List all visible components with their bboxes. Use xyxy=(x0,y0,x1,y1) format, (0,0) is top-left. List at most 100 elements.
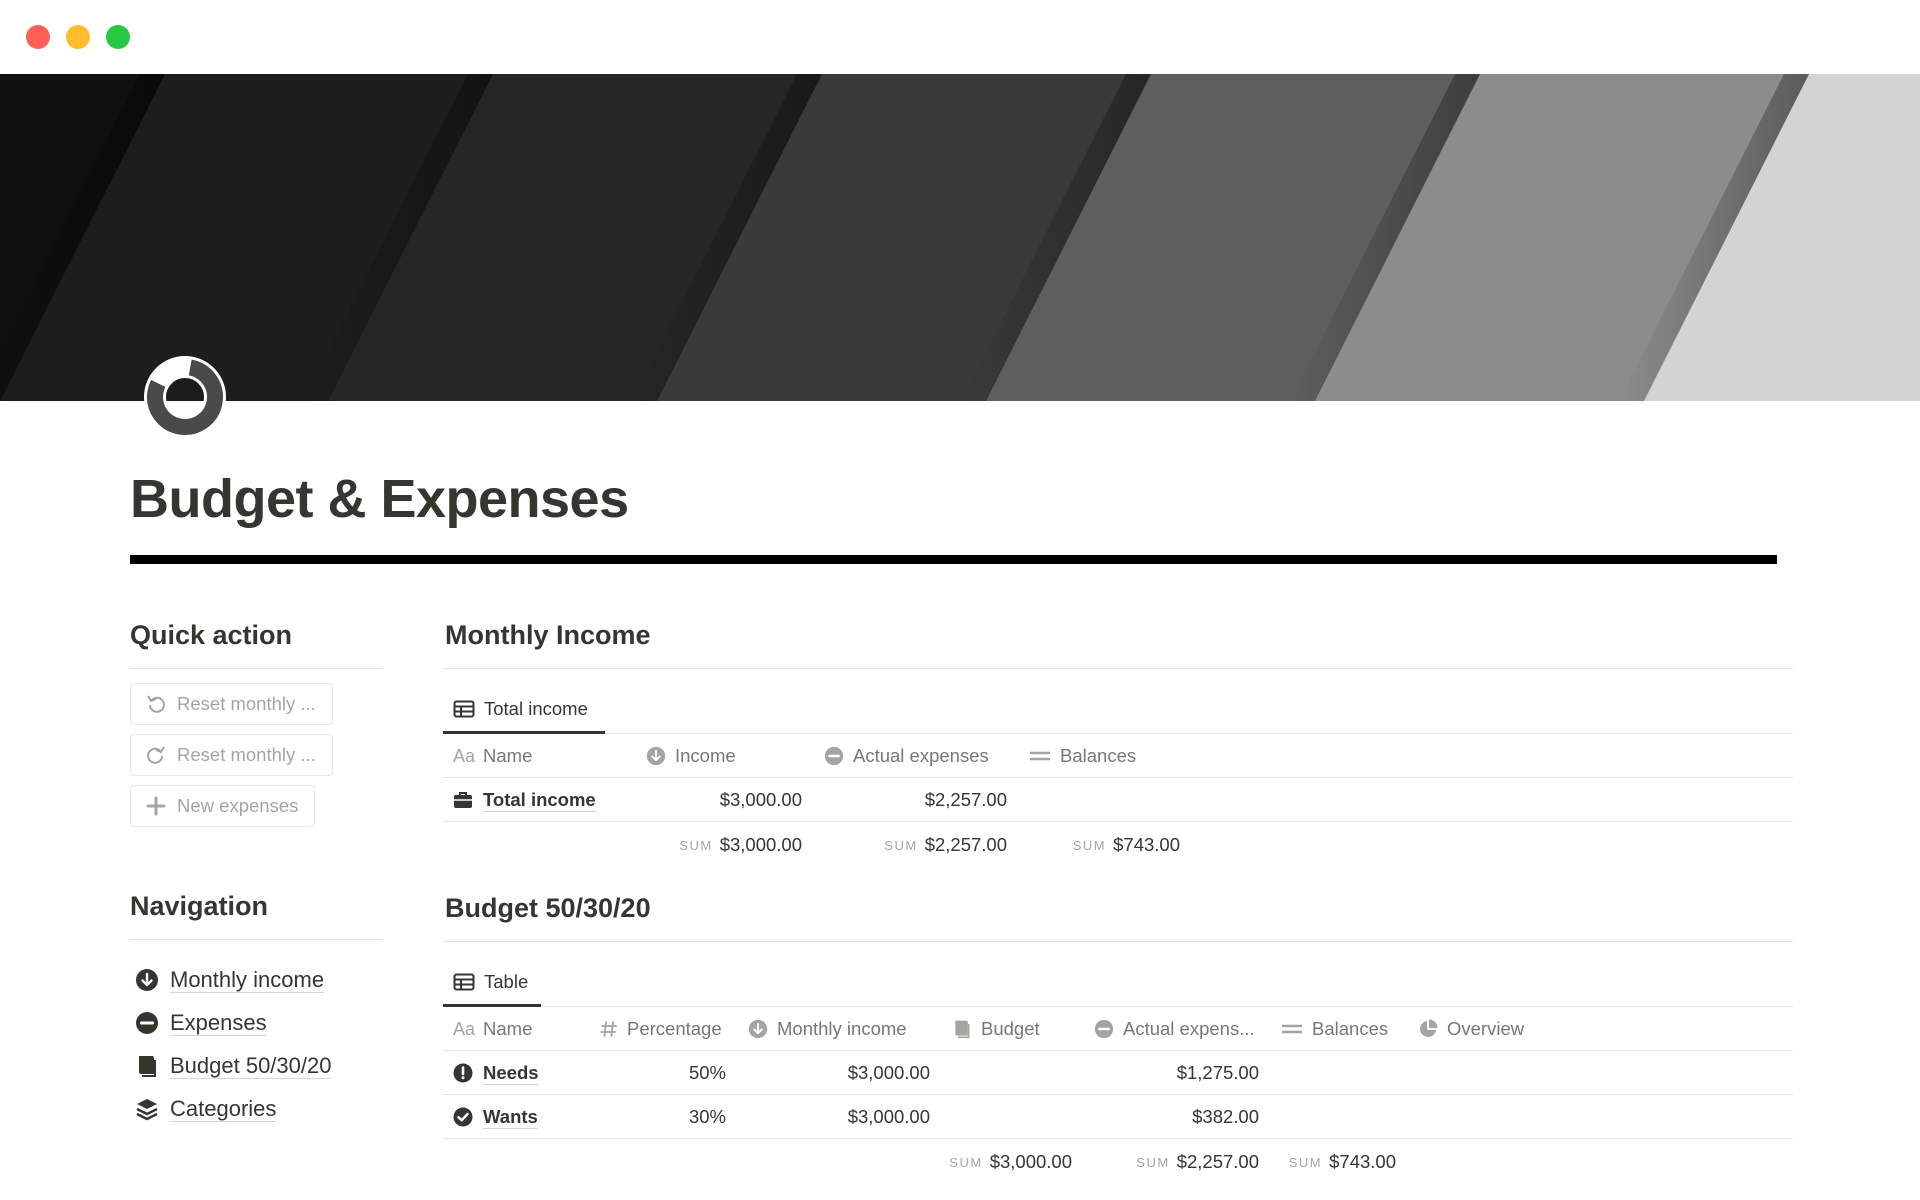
sum-actual-expenses[interactable]: SUM $2,257.00 xyxy=(1081,1139,1259,1185)
table-row[interactable]: Needs 50% $3,000.00 $1,275.00 xyxy=(443,1051,1793,1095)
table-header: Aa Name Percentage Monthly income Budget… xyxy=(443,1007,1793,1051)
cell-name[interactable]: Wants xyxy=(453,1095,538,1139)
donut-chart-icon[interactable] xyxy=(140,352,230,442)
column-header-name[interactable]: Aa Name xyxy=(453,734,532,778)
budget-title[interactable]: Budget 50/30/20 xyxy=(445,893,1793,924)
cell-name[interactable]: Total income xyxy=(453,778,596,822)
table-summary-row: SUM $3,000.00 SUM $2,257.00 SUM $743.00 xyxy=(443,822,1793,868)
row-name[interactable]: Total income xyxy=(483,789,596,812)
reset-monthly-label-1: Reset monthly ... xyxy=(177,693,316,714)
book-icon xyxy=(952,1019,972,1039)
row-name[interactable]: Wants xyxy=(483,1106,538,1129)
cell-monthly-income[interactable]: $3,000.00 xyxy=(735,1095,930,1139)
tab-total-income[interactable]: Total income xyxy=(443,683,598,734)
new-expenses-label: New expenses xyxy=(177,795,299,816)
column-label: Name xyxy=(483,1018,533,1039)
arrow-down-circle-icon xyxy=(748,1019,768,1039)
minus-circle-icon xyxy=(1094,1019,1114,1039)
page-cover[interactable] xyxy=(0,74,1920,401)
column-label: Name xyxy=(483,745,533,766)
minus-circle-icon xyxy=(134,1010,160,1036)
nav-item-budget[interactable]: Budget 50/30/20 xyxy=(130,1044,382,1087)
close-window-button[interactable] xyxy=(26,25,50,49)
equals-icon xyxy=(1281,1022,1303,1036)
plus-icon xyxy=(146,796,166,816)
navigation-list: Monthly income Expenses Budget 50/30/20 … xyxy=(130,958,382,1130)
table-summary-row: SUM $3,000.00 SUM $2,257.00 SUM $743.00 xyxy=(443,1139,1793,1185)
nav-item-monthly-income[interactable]: Monthly income xyxy=(130,958,382,1001)
window-titlebar xyxy=(0,0,1920,74)
sum-value: $743.00 xyxy=(1329,1151,1396,1172)
cell-name[interactable]: Needs xyxy=(453,1051,539,1095)
sum-balances[interactable]: SUM $743.00 xyxy=(1268,1139,1396,1185)
minimize-window-button[interactable] xyxy=(66,25,90,49)
cell-percentage[interactable]: 30% xyxy=(593,1095,726,1139)
sum-value: $3,000.00 xyxy=(989,1151,1072,1172)
sum-label: SUM xyxy=(1288,1154,1323,1170)
cell-actual-expenses[interactable]: $1,275.00 xyxy=(1081,1051,1259,1095)
cell-monthly-income[interactable]: $3,000.00 xyxy=(735,1051,930,1095)
nav-item-label: Budget 50/30/20 xyxy=(170,1052,332,1079)
sum-label: SUM xyxy=(1136,1154,1170,1170)
column-header-balances[interactable]: Balances xyxy=(1029,734,1136,778)
aa-text-icon: Aa xyxy=(453,745,476,766)
left-column: Quick action Reset monthly ... Reset mon… xyxy=(130,620,382,1130)
zoom-window-button[interactable] xyxy=(106,25,130,49)
navigation-heading: Navigation xyxy=(130,891,269,921)
sum-label: SUM xyxy=(949,1154,983,1170)
aa-text-icon: Aa xyxy=(453,1018,476,1039)
nav-item-label: Monthly income xyxy=(170,966,325,993)
sum-label: SUM xyxy=(679,837,713,853)
sum-income[interactable]: SUM $3,000.00 xyxy=(633,822,802,868)
undo-arrow-icon xyxy=(147,695,165,713)
column-label: Actual expenses xyxy=(853,745,989,766)
table-icon xyxy=(453,973,475,990)
arrow-down-circle-icon xyxy=(646,746,666,766)
column-header-name[interactable]: Aa Name xyxy=(453,1007,532,1051)
sum-value: $2,257.00 xyxy=(924,834,1007,855)
tab-label: Total income xyxy=(484,697,588,719)
cell-income[interactable]: $3,000.00 xyxy=(633,778,802,822)
monthly-income-title[interactable]: Monthly Income xyxy=(445,620,1793,651)
cell-actual-expenses[interactable]: $2,257.00 xyxy=(811,778,1007,822)
table-row[interactable]: Wants 30% $3,000.00 $382.00 xyxy=(443,1095,1793,1139)
sum-budget[interactable]: SUM $3,000.00 xyxy=(939,1139,1072,1185)
reset-monthly-button-1[interactable]: Reset monthly ... xyxy=(130,683,333,725)
hash-icon xyxy=(600,1020,618,1038)
sum-balances[interactable]: SUM $743.00 xyxy=(1016,822,1180,868)
sum-actual-expenses[interactable]: SUM $2,257.00 xyxy=(811,822,1007,868)
redo-arrow-icon xyxy=(147,746,165,764)
column-header-budget[interactable]: Budget xyxy=(952,1007,1040,1051)
table-icon xyxy=(453,700,475,717)
column-header-actual-expenses[interactable]: Actual expenses xyxy=(824,734,989,778)
new-expenses-button[interactable]: New expenses xyxy=(130,785,316,827)
column-label: Income xyxy=(675,745,736,766)
column-header-monthly-income[interactable]: Monthly income xyxy=(748,1007,907,1051)
monthly-income-block: Monthly Income Total income Aa Name Inco… xyxy=(443,620,1793,868)
check-circle-icon xyxy=(453,1107,473,1127)
nav-item-label: Expenses xyxy=(170,1009,267,1036)
cell-percentage[interactable]: 50% xyxy=(593,1051,726,1095)
column-header-income[interactable]: Income xyxy=(646,734,736,778)
column-header-actual-expenses[interactable]: Actual expens... xyxy=(1094,1007,1255,1051)
minus-circle-icon xyxy=(824,746,844,766)
budget-block: Budget 50/30/20 Table Aa Name Percentage… xyxy=(443,893,1793,1185)
nav-item-categories[interactable]: Categories xyxy=(130,1087,382,1130)
row-name[interactable]: Needs xyxy=(483,1062,539,1085)
budget-view-tabs: Table xyxy=(443,941,1793,1007)
reset-monthly-button-2[interactable]: Reset monthly ... xyxy=(130,734,333,776)
table-header: Aa Name Income Actual expenses Balances xyxy=(443,734,1793,778)
nav-item-expenses[interactable]: Expenses xyxy=(130,1001,382,1044)
table-row[interactable]: Total income $3,000.00 $2,257.00 xyxy=(443,778,1793,822)
column-header-balances[interactable]: Balances xyxy=(1281,1007,1388,1051)
tab-label: Table xyxy=(484,970,529,992)
tab-table[interactable]: Table xyxy=(443,956,538,1007)
cell-actual-expenses[interactable]: $382.00 xyxy=(1081,1095,1259,1139)
monthly-income-view-tabs: Total income xyxy=(443,668,1793,734)
column-header-percentage[interactable]: Percentage xyxy=(600,1007,722,1051)
column-label: Balances xyxy=(1060,745,1137,766)
title-divider xyxy=(130,555,1777,564)
exclamation-circle-icon xyxy=(453,1063,473,1083)
sum-label: SUM xyxy=(884,837,918,853)
column-header-overview[interactable]: Overview xyxy=(1418,1007,1524,1051)
